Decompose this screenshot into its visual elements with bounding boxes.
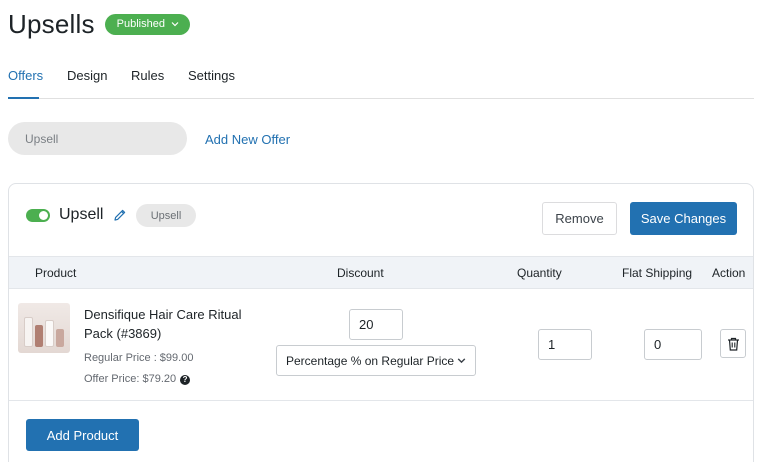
tab-design[interactable]: Design <box>67 68 107 83</box>
offer-selector-item[interactable]: Upsell <box>8 122 187 155</box>
discount-type-value: Percentage % on Regular Price <box>286 353 455 368</box>
flat-shipping-value: 0 <box>654 337 662 352</box>
status-dropdown[interactable]: Published <box>104 13 190 35</box>
tab-offers[interactable]: Offers <box>8 68 43 83</box>
discount-value-input[interactable]: 20 <box>349 309 403 340</box>
offer-enabled-toggle[interactable] <box>26 209 50 222</box>
remove-button-label: Remove <box>555 211 604 226</box>
pencil-icon[interactable] <box>113 208 127 222</box>
save-changes-button[interactable]: Save Changes <box>630 202 737 235</box>
save-changes-label: Save Changes <box>640 211 727 226</box>
active-tab-indicator <box>8 97 39 99</box>
quantity-value: 1 <box>548 337 556 352</box>
offer-price: Offer Price: $79.20? <box>84 373 191 385</box>
page-header: Upsells Published <box>8 8 190 40</box>
offer-type-badge: Upsell <box>136 204 196 227</box>
offer-name: Upsell <box>59 206 104 223</box>
trash-icon <box>727 337 739 351</box>
add-new-offer-link[interactable]: Add New Offer <box>205 132 290 147</box>
tab-settings[interactable]: Settings <box>188 68 235 83</box>
page-title: Upsells <box>8 8 95 39</box>
add-product-button[interactable]: Add Product <box>26 419 139 451</box>
tab-bar: Offers Design Rules Settings <box>8 62 754 99</box>
discount-value: 20 <box>359 317 374 332</box>
quantity-input[interactable]: 1 <box>538 329 592 360</box>
column-header-discount: Discount <box>337 266 384 280</box>
table-row: Densifique Hair Care Ritual Pack (#3869)… <box>9 289 753 401</box>
remove-button[interactable]: Remove <box>542 202 617 235</box>
status-label: Published <box>116 17 165 30</box>
column-header-flat-shipping: Flat Shipping <box>622 266 693 280</box>
table-header: Product Discount Quantity Flat Shipping … <box>9 256 753 289</box>
product-title: Densifique Hair Care Ritual Pack (#3869) <box>84 307 242 341</box>
offer-selector-label: Upsell <box>25 131 59 146</box>
regular-price: Regular Price : $99.00 <box>84 352 194 364</box>
delete-product-button[interactable] <box>720 329 746 358</box>
flat-shipping-input[interactable]: 0 <box>644 329 702 360</box>
column-header-product: Product <box>35 266 77 280</box>
add-product-label: Add Product <box>46 427 119 443</box>
chevron-down-icon <box>171 22 179 27</box>
column-header-action: Action <box>712 266 746 280</box>
product-thumbnail <box>18 303 70 353</box>
tab-rules[interactable]: Rules <box>131 68 164 83</box>
help-icon[interactable]: ? <box>180 374 191 385</box>
offer-price-text: Offer Price: $79.20 <box>84 373 177 385</box>
chevron-down-icon <box>457 358 466 364</box>
discount-type-select[interactable]: Percentage % on Regular Price <box>276 345 476 376</box>
offer-card-header: Upsell Upsell Remove Save Changes <box>9 184 753 256</box>
offer-type-label: Upsell <box>150 209 182 222</box>
offer-card: Upsell Upsell Remove Save Changes Produc… <box>8 183 754 462</box>
column-header-quantity: Quantity <box>517 266 562 280</box>
